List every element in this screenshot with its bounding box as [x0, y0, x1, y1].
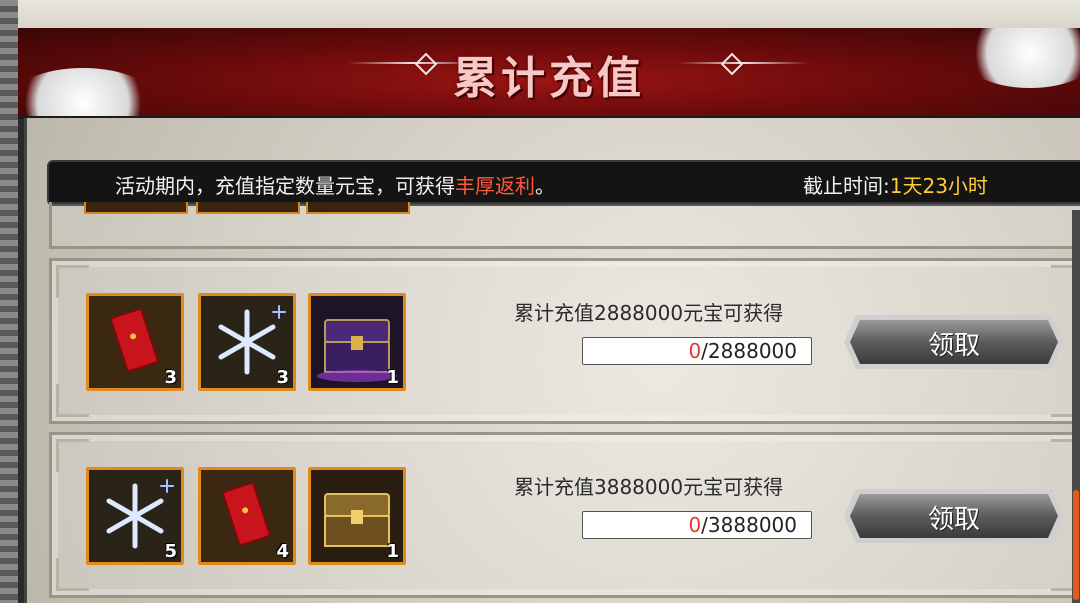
corner-ornament: [56, 265, 89, 298]
info-bar: 活动期内，充值指定数量元宝，可获得丰厚返利。 截止时间:1天23小时: [47, 160, 1080, 206]
progress-current: 0: [688, 513, 702, 537]
deadline-label: 截止时间:: [803, 174, 890, 198]
reward-item[interactable]: 5: [86, 467, 184, 565]
progress-target: 2888000: [707, 339, 797, 363]
left-frame-rail: [0, 0, 18, 603]
item-count: 3: [276, 367, 289, 388]
item-count: 1: [386, 367, 399, 388]
reward-item[interactable]: 3: [198, 293, 296, 391]
reward-row: 5 4 1 累计充值3888000元宝可获得 0/3888000 领取: [49, 432, 1080, 598]
progress-target: 3888000: [707, 513, 797, 537]
corner-ornament: [56, 558, 89, 591]
reward-item[interactable]: 1: [308, 293, 406, 391]
progress-current: 0: [688, 339, 702, 363]
item-count: 5: [164, 541, 177, 562]
info-text-highlight: 丰厚返利: [455, 174, 535, 198]
reward-item[interactable]: 3: [86, 293, 184, 391]
recharge-progress: 0/2888000: [582, 337, 812, 365]
top-strip: [0, 0, 1080, 30]
item-slot-partial: [196, 202, 300, 214]
item-slot-partial: [306, 202, 410, 214]
content-panel: 活动期内，充值指定数量元宝，可获得丰厚返利。 截止时间:1天23小时 3 3 1…: [24, 118, 1080, 603]
page-title: 累计充值: [453, 53, 645, 104]
item-count: 3: [164, 367, 177, 388]
scrollbar[interactable]: [1072, 210, 1080, 603]
reward-description: 累计充值2888000元宝可获得: [514, 301, 784, 325]
claim-button-label: 领取: [927, 505, 980, 535]
corner-ornament: [56, 384, 89, 417]
reward-description: 累计充值3888000元宝可获得: [514, 475, 784, 499]
reward-row: 3 3 1 累计充值2888000元宝可获得 0/2888000 领取: [49, 258, 1080, 424]
claim-button[interactable]: 领取: [842, 485, 1066, 547]
claim-button-label: 领取: [927, 331, 980, 361]
reward-item[interactable]: 4: [198, 467, 296, 565]
deadline: 截止时间:1天23小时: [803, 170, 988, 199]
item-count: 1: [386, 541, 399, 562]
claim-button[interactable]: 领取: [842, 311, 1066, 373]
info-text-prefix: 活动期内，充值指定数量元宝，可获得: [115, 174, 455, 198]
title-banner: 累计充值: [18, 28, 1080, 119]
info-text: 活动期内，充值指定数量元宝，可获得丰厚返利。: [115, 170, 555, 199]
scrollbar-thumb[interactable]: [1073, 490, 1079, 600]
item-count: 4: [276, 541, 289, 562]
deadline-value: 1天23小时: [889, 174, 988, 198]
corner-ornament: [56, 439, 89, 472]
reward-item[interactable]: 1: [308, 467, 406, 565]
info-text-suffix: 。: [535, 174, 555, 198]
reward-row-partial: [49, 202, 1080, 249]
recharge-progress: 0/3888000: [582, 511, 812, 539]
item-slot-partial: [84, 202, 188, 214]
